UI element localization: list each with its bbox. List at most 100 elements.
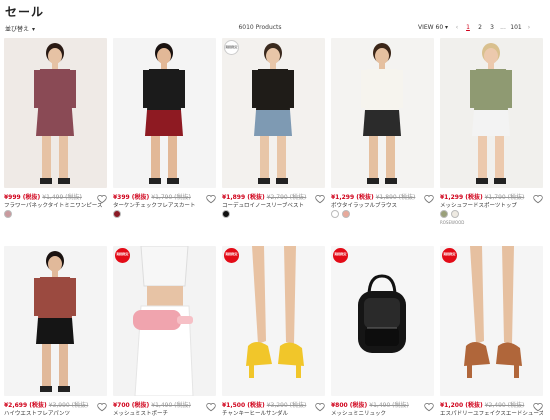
color-swatch[interactable]: [440, 210, 448, 218]
heart-icon[interactable]: [97, 397, 107, 412]
original-price: ¥1,790 (税抜): [151, 194, 191, 201]
heart-icon[interactable]: [424, 189, 434, 204]
color-swatch[interactable]: [451, 210, 459, 218]
heart-icon[interactable]: [533, 189, 543, 204]
view-label: VIEW 60: [418, 24, 444, 31]
product-card[interactable]: 期間限定 ¥800 (税抜) ¥1,490 (税抜) メッシュミニリュック: [331, 246, 434, 420]
limited-badge: 期間限定: [224, 40, 239, 55]
product-name[interactable]: メッシュミニリュック: [331, 409, 434, 417]
limited-badge: 期間限定: [333, 248, 348, 263]
product-image[interactable]: 期間限定: [331, 246, 434, 396]
product-image[interactable]: [331, 38, 434, 188]
product-name[interactable]: エスパドリーユフェイクスエードシューズ: [440, 409, 543, 417]
price-line: ¥1,299 (税抜) ¥1,890 (税抜): [331, 192, 427, 201]
chevron-down-icon: ▾: [443, 24, 449, 31]
sort-dropdown[interactable]: 並び替え ▾: [5, 24, 35, 33]
pagination-ellipsis: ...: [500, 24, 506, 31]
sort-label: 並び替え: [5, 26, 30, 33]
product-card[interactable]: ¥399 (税抜) ¥1,790 (税抜) ターケンチェックフレアスカート: [113, 38, 216, 219]
product-image[interactable]: 期間限定: [113, 246, 216, 396]
color-swatch[interactable]: [342, 210, 350, 218]
original-price: ¥1,790 (税抜): [484, 194, 525, 201]
product-image[interactable]: [4, 246, 107, 396]
heart-icon[interactable]: [315, 189, 325, 204]
toolbar: 並び替え ▾ 6010 Products VIEW 60 ▾ ‹ 1 2 3 ..…: [0, 22, 550, 36]
color-swatches: [440, 210, 459, 218]
product-card[interactable]: 期間限定 ¥1,899 (税抜) ¥2,790 (税抜) コーデュロイノースリーブベス…: [222, 38, 325, 219]
product-name[interactable]: コーデュロイノースリーブベスト: [222, 201, 325, 209]
limited-badge: 期間限定: [224, 248, 239, 263]
color-swatches: [4, 210, 12, 218]
color-swatches: [113, 210, 121, 218]
prev-page-button[interactable]: ‹: [452, 24, 462, 31]
price-line: ¥1,500 (税抜) ¥3,290 (税抜): [222, 400, 318, 409]
product-card[interactable]: ¥999 (税抜) ¥1,499 (税抜) フラワーパネックタイトミニワンピース: [4, 38, 107, 219]
product-image[interactable]: 期間限定: [222, 246, 325, 396]
color-swatch[interactable]: [222, 210, 230, 218]
color-swatches: [222, 210, 230, 218]
original-price: ¥1,490 (税抜): [151, 402, 191, 409]
sale-price: ¥2,699 (税抜): [4, 402, 47, 409]
heart-icon[interactable]: [206, 397, 216, 412]
product-name[interactable]: ターケンチェックフレアスカート: [113, 201, 216, 209]
original-price: ¥1,890 (税抜): [375, 194, 416, 201]
product-card[interactable]: 期間限定 ¥700 (税抜) ¥1,490 (税抜) メッシュミストポーチ: [113, 246, 216, 420]
sale-price: ¥700 (税抜): [113, 402, 150, 409]
sale-price: ¥1,500 (税抜): [222, 402, 265, 409]
product-image[interactable]: [113, 38, 216, 188]
heart-icon[interactable]: [206, 189, 216, 204]
sale-price: ¥1,899 (税抜): [222, 194, 265, 201]
heart-icon[interactable]: [97, 189, 107, 204]
price-line: ¥800 (税抜) ¥1,490 (税抜): [331, 400, 427, 409]
page-link-last[interactable]: 101: [508, 24, 524, 31]
pagination: ‹ 1 2 3 ... 101 ›: [452, 24, 534, 31]
product-name[interactable]: フラワーパネックタイトミニワンピース: [4, 201, 107, 209]
product-card[interactable]: ¥1,299 (税抜) ¥1,790 (税抜) メッシュフードスポーツトップ ROSE…: [440, 38, 543, 225]
original-price: ¥3,290 (税抜): [266, 402, 307, 409]
product-image[interactable]: [4, 38, 107, 188]
sale-price: ¥399 (税抜): [113, 194, 150, 201]
heart-icon[interactable]: [424, 397, 434, 412]
chevron-down-icon: ▾: [32, 26, 36, 33]
sale-price: ¥1,299 (税抜): [440, 194, 483, 201]
product-name[interactable]: メッシュフードスポーツトップ: [440, 201, 543, 209]
product-image[interactable]: 期間限定: [222, 38, 325, 188]
limited-badge: 期間限定: [442, 248, 457, 263]
product-name[interactable]: メッシュミストポーチ: [113, 409, 216, 417]
product-card[interactable]: ¥1,299 (税抜) ¥1,890 (税抜) ボウタイラッフルブラウス: [331, 38, 434, 219]
product-count: 6010 Products: [238, 24, 282, 31]
original-price: ¥1,499 (税抜): [42, 194, 82, 201]
view-per-page-dropdown[interactable]: VIEW 60 ▾: [418, 24, 448, 31]
price-line: ¥1,899 (税抜) ¥2,790 (税抜): [222, 192, 318, 201]
price-line: ¥1,299 (税抜) ¥1,790 (税抜): [440, 192, 536, 201]
page-link-3[interactable]: 3: [486, 24, 498, 31]
product-card[interactable]: ¥2,699 (税抜) ¥3,990 (税抜) ハイウエストフレアパンツ: [4, 246, 107, 420]
price-line: ¥700 (税抜) ¥1,490 (税抜): [113, 400, 209, 409]
original-price: ¥1,490 (税抜): [369, 402, 409, 409]
page-link-1[interactable]: 1: [462, 24, 474, 31]
swatch-caption: ROSEWOOD: [440, 220, 465, 225]
product-name[interactable]: ハイウエストフレアパンツ: [4, 409, 107, 417]
product-image[interactable]: [440, 38, 543, 188]
product-name[interactable]: ボウタイラッフルブラウス: [331, 201, 434, 209]
sale-price: ¥999 (税抜): [4, 194, 41, 201]
product-name[interactable]: チャンキーヒールサンダル: [222, 409, 325, 417]
color-swatch[interactable]: [331, 210, 339, 218]
heart-icon[interactable]: [315, 397, 325, 412]
original-price: ¥2,490 (税抜): [484, 402, 525, 409]
page-title: セール: [5, 5, 45, 19]
product-card[interactable]: 期間限定 ¥1,200 (税抜) ¥2,490 (税抜) エスパドリーユフェイクスエー…: [440, 246, 543, 420]
color-swatches: [331, 210, 350, 218]
next-page-button[interactable]: ›: [524, 24, 534, 31]
color-swatch[interactable]: [113, 210, 121, 218]
price-line: ¥2,699 (税抜) ¥3,990 (税抜): [4, 400, 100, 409]
product-card[interactable]: 期間限定 ¥1,500 (税抜) ¥3,290 (税抜) チャンキーヒールサンダル: [222, 246, 325, 420]
original-price: ¥2,790 (税抜): [266, 194, 307, 201]
sale-price: ¥1,200 (税抜): [440, 402, 483, 409]
page-link-2[interactable]: 2: [474, 24, 486, 31]
product-image[interactable]: 期間限定: [440, 246, 543, 396]
sale-price: ¥1,299 (税抜): [331, 194, 374, 201]
heart-icon[interactable]: [533, 397, 543, 412]
color-swatch[interactable]: [4, 210, 12, 218]
original-price: ¥3,990 (税抜): [48, 402, 89, 409]
